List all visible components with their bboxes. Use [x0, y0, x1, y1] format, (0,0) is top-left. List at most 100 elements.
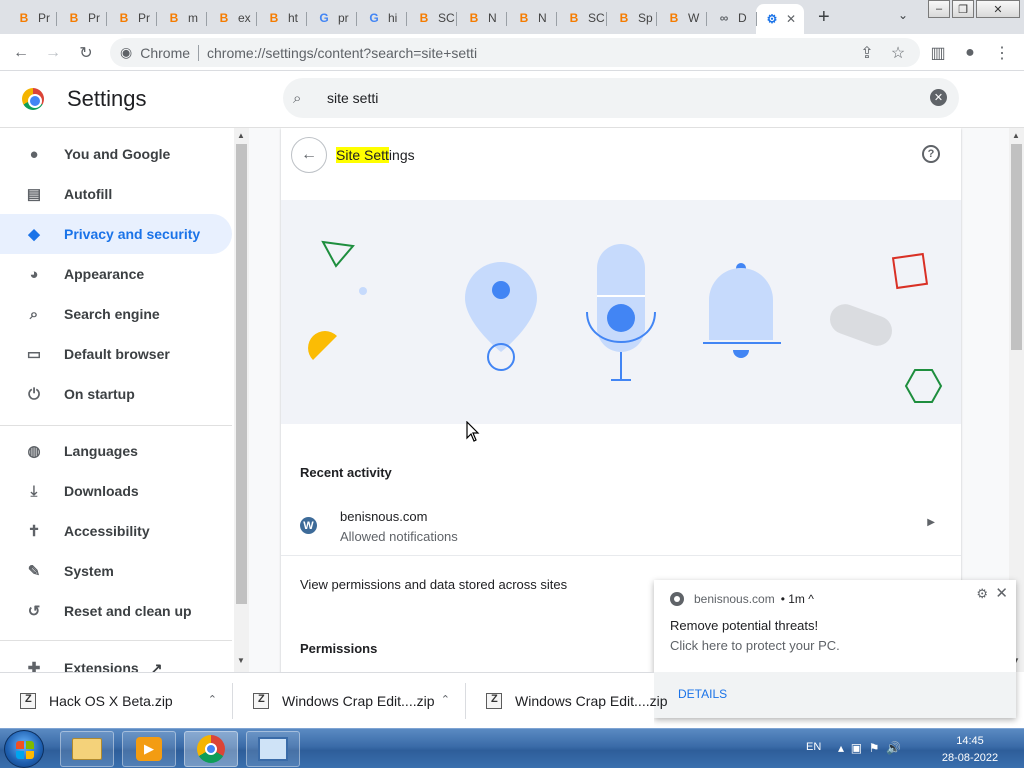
side-panel-icon[interactable]: ▥: [925, 40, 951, 66]
blogger-icon: B: [19, 11, 29, 25]
settings-search[interactable]: ⌕ ✕: [283, 78, 959, 118]
chevron-up-icon[interactable]: ⌃: [208, 693, 217, 706]
google-icon: G: [369, 11, 379, 25]
sidebar-item-on-startup[interactable]: ⏻ On startup: [0, 374, 232, 414]
triangle-shape: [321, 240, 355, 268]
notification-close-icon[interactable]: ✕: [995, 584, 1008, 602]
browser-tab[interactable]: BN: [508, 4, 557, 32]
chrome-icon: [670, 592, 684, 606]
profile-avatar[interactable]: ●: [957, 40, 983, 66]
chrome-taskbar-button[interactable]: [184, 731, 238, 767]
browser-tab[interactable]: BW: [658, 4, 707, 32]
tab-title: N: [488, 11, 497, 25]
notification-title: Remove potential threats!: [670, 618, 819, 633]
sidebar-item-accessibility[interactable]: ✝ Accessibility: [0, 511, 232, 551]
page-title: Settings: [67, 86, 147, 111]
download-item[interactable]: Windows Crap Edit....zip ⌃: [233, 673, 466, 729]
recent-activity-row[interactable]: W benisnous.com Allowed notifications ▶: [281, 498, 961, 556]
sidebar-item-default-browser[interactable]: ▭ Default browser: [0, 334, 232, 374]
bookmark-star-icon[interactable]: ☆: [885, 40, 911, 66]
language-indicator[interactable]: EN: [806, 741, 821, 753]
media-player-icon: ▶: [136, 737, 162, 761]
sidebar-item-extensions[interactable]: ✚ Extensions ↗: [0, 648, 232, 673]
mouse-cursor-icon: [466, 421, 480, 442]
browser-tab[interactable]: Bm: [158, 4, 207, 32]
sidebar-item-system[interactable]: ✎ System: [0, 551, 232, 591]
sidebar-item-languages[interactable]: ◍ Languages: [0, 431, 232, 471]
search-icon: ⌕: [293, 89, 302, 107]
sidebar-item-label: Reset and clean up: [64, 603, 192, 619]
tab-title: Sp: [638, 11, 653, 25]
sidebar-item-privacy-and-security[interactable]: ◆ Privacy and security: [0, 214, 232, 254]
browser-tab[interactable]: B SC: [558, 4, 607, 32]
external-link-icon: ↗: [150, 659, 163, 673]
browser-tab[interactable]: Bex: [208, 4, 257, 32]
control-panel-icon: [258, 737, 288, 761]
start-button[interactable]: [4, 730, 44, 768]
sidebar-item-autofill[interactable]: ▤ Autofill: [0, 174, 232, 214]
tab-settings[interactable]: ⚙ ✕: [756, 4, 804, 34]
address-bar[interactable]: ◉ Chrome chrome://settings/content?searc…: [110, 38, 920, 67]
browser-tab[interactable]: Gpr: [308, 4, 357, 32]
help-icon[interactable]: ?: [922, 145, 940, 163]
notification-time: • 1m ^: [780, 592, 814, 606]
reload-icon[interactable]: ↻: [73, 40, 99, 66]
chrome-chip[interactable]: ◉ Chrome: [110, 44, 198, 61]
sidebar-scrollbar[interactable]: ▲ ▼: [234, 128, 249, 672]
location-pin-shape: [465, 262, 537, 352]
tab-title: Pr: [138, 11, 150, 25]
control-panel-taskbar-button[interactable]: [246, 731, 300, 767]
download-item[interactable]: Hack OS X Beta.zip ⌃: [0, 673, 233, 729]
browser-tab[interactable]: BN: [458, 4, 507, 32]
tray-icons[interactable]: ▴ ▣ ⚑ 🔊: [838, 741, 901, 755]
chevron-up-icon[interactable]: ⌃: [441, 693, 450, 706]
clear-search-icon[interactable]: ✕: [930, 89, 947, 106]
maximize-button[interactable]: ❐: [952, 0, 974, 18]
download-item[interactable]: Windows Crap Edit....zip: [466, 673, 699, 729]
browser-tab[interactable]: Ghi: [358, 4, 407, 32]
web-notification[interactable]: benisnous.com • 1m ^ ⚙ ✕ Remove potentia…: [654, 580, 1016, 718]
back-icon[interactable]: ←: [8, 40, 34, 66]
tab-title: Pr: [88, 11, 100, 25]
sidebar-item-search-engine[interactable]: ⌕ Search engine: [0, 294, 232, 334]
recent-site-status: Allowed notifications: [340, 529, 458, 544]
view-permissions-link[interactable]: View permissions and data stored across …: [300, 577, 567, 592]
close-tab-icon[interactable]: ✕: [786, 12, 796, 26]
share-icon[interactable]: ⇪: [854, 40, 880, 66]
menu-kebab-icon[interactable]: ⋮: [989, 40, 1015, 66]
new-tab-button[interactable]: +: [818, 6, 830, 29]
tab-title: D: [738, 11, 747, 25]
sidebar-item-you-and-google[interactable]: ● You and Google: [0, 134, 232, 174]
sidebar-item-label: Appearance: [64, 266, 145, 282]
settings-sidebar: ● You and Google ▤ Autofill ◆ Privacy and sec…: [0, 128, 234, 672]
hexagon-shape: [904, 369, 943, 403]
settings-search-input[interactable]: [327, 90, 907, 106]
address-url[interactable]: chrome://settings/content?search=site+se…: [207, 45, 477, 61]
sidebar-item-reset-and-clean-up[interactable]: ↺ Reset and clean up: [0, 591, 232, 631]
clock-time[interactable]: 14:45: [940, 735, 1000, 747]
clock-date[interactable]: 28-08-2022: [940, 752, 1000, 764]
media-player-taskbar-button[interactable]: ▶: [122, 731, 176, 767]
wordpress-icon: W: [300, 517, 317, 534]
forward-icon[interactable]: →: [40, 40, 66, 66]
tab-title: hi: [388, 11, 398, 25]
zip-file-icon: [486, 693, 502, 709]
half-circle-shape: [308, 331, 337, 360]
browser-tab[interactable]: B Pr: [108, 4, 157, 32]
minimize-button[interactable]: –: [928, 0, 950, 18]
browser-tab[interactable]: B Sp: [608, 4, 657, 32]
sidebar-item-label: Default browser: [64, 346, 170, 362]
tab-search-icon[interactable]: ⌄: [898, 8, 908, 22]
sidebar-item-label: Languages: [64, 443, 138, 459]
close-window-button[interactable]: ✕: [976, 0, 1020, 18]
browser-tab[interactable]: Bht: [258, 4, 307, 32]
browser-tab[interactable]: B Pr: [58, 4, 107, 32]
explorer-taskbar-button[interactable]: [60, 731, 114, 767]
browser-tab[interactable]: B Pr: [8, 4, 57, 32]
browser-tab[interactable]: ∞ D: [708, 4, 757, 32]
notification-settings-icon[interactable]: ⚙: [976, 586, 988, 602]
sidebar-item-appearance[interactable]: ◕ Appearance: [0, 254, 232, 294]
browser-tab[interactable]: B SC: [408, 4, 457, 32]
back-arrow-icon[interactable]: ←: [291, 137, 327, 173]
sidebar-item-downloads[interactable]: ⤓ Downloads: [0, 471, 232, 511]
